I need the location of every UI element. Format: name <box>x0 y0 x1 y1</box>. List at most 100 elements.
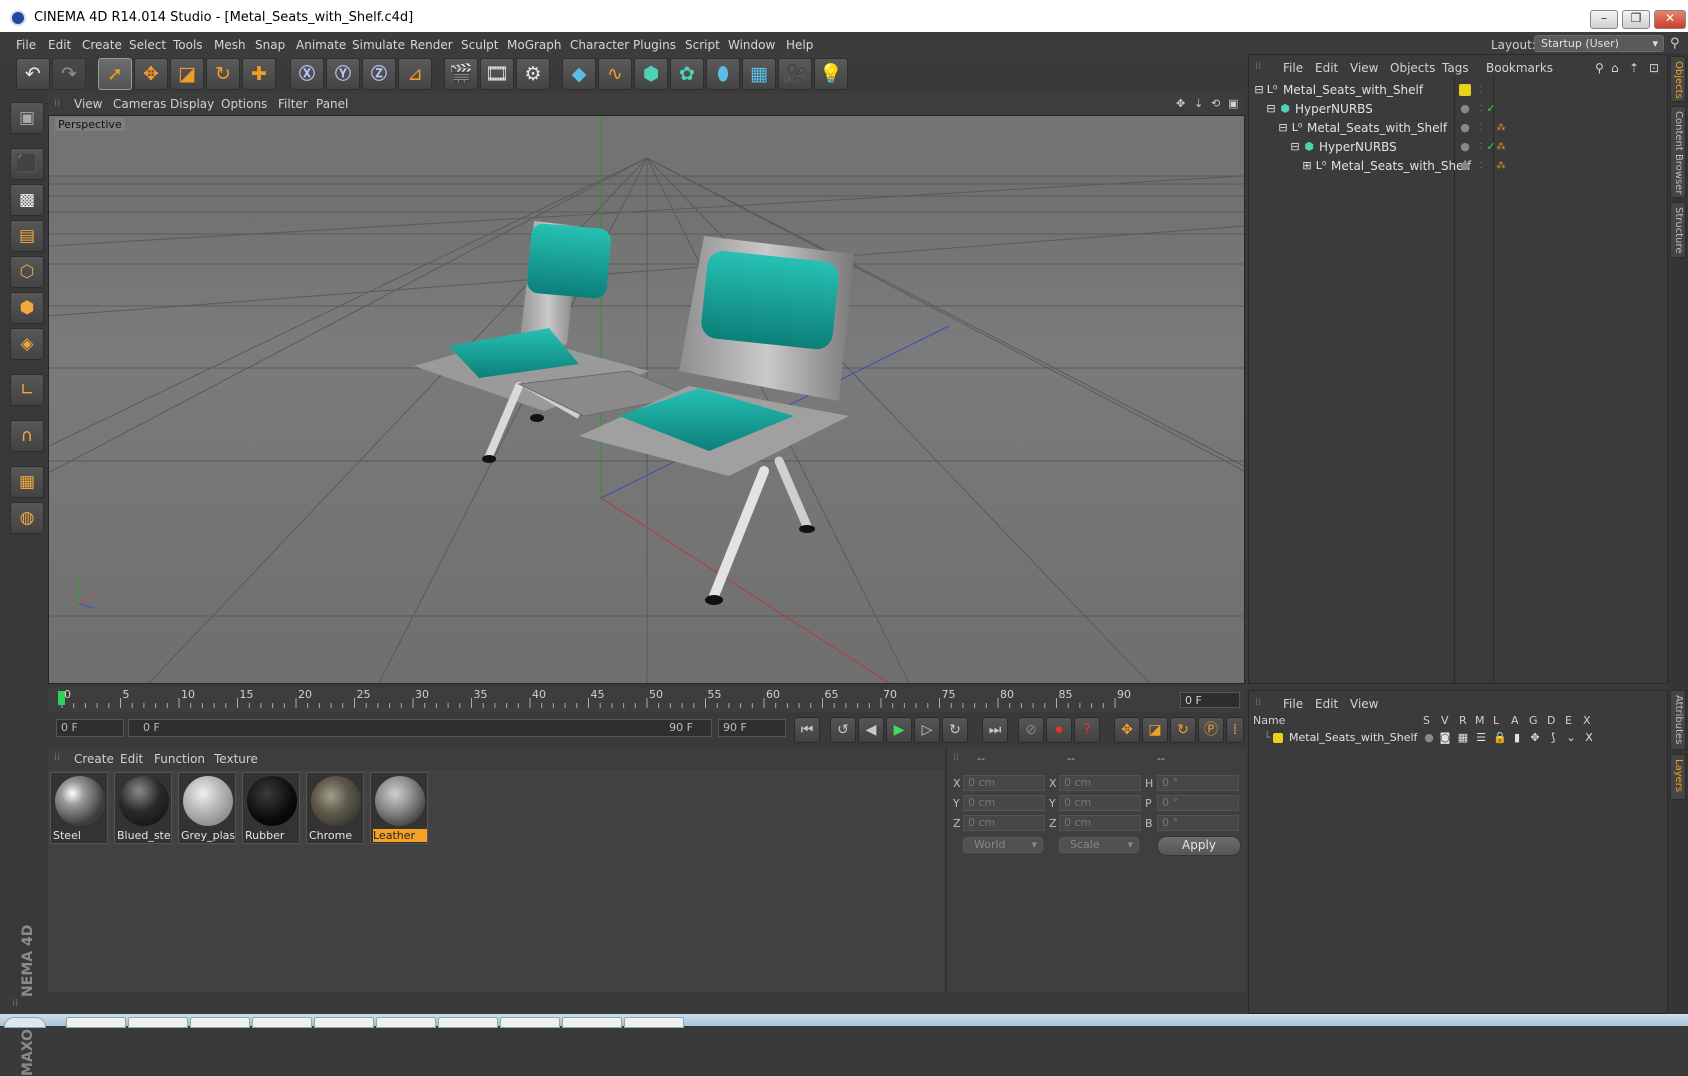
collapse-icon[interactable]: ⊟ <box>1265 103 1277 115</box>
key-pla-icon[interactable]: ⁞ <box>1226 717 1244 743</box>
record-keys-icon[interactable]: ⊘ <box>1018 717 1044 743</box>
menu-help[interactable]: Help <box>786 38 813 52</box>
column-header-generators[interactable]: G <box>1529 714 1538 727</box>
column-header-expressions[interactable]: E <box>1565 714 1572 727</box>
viewport-menu-display[interactable]: Display <box>170 97 214 111</box>
taskbar-button[interactable] <box>128 1017 188 1028</box>
material-swatch[interactable]: Steel <box>50 772 108 844</box>
material-menu-function[interactable]: Function <box>154 752 205 766</box>
size-mode-dropdown[interactable]: Scale ▾ <box>1059 837 1139 853</box>
visibility-dots-icon[interactable]: ⁚ <box>1475 84 1487 96</box>
render-view-icon[interactable]: 🎬 <box>444 58 478 90</box>
menu-render[interactable]: Render <box>410 38 453 52</box>
snap-magnet-icon[interactable]: ∩ <box>10 420 44 452</box>
viewport-menu-cameras[interactable]: Cameras <box>113 97 166 111</box>
array-icon[interactable]: ✿ <box>670 58 704 90</box>
object-row[interactable]: ⊟ L⁰ Metal_Seats_with_Shelf ● ⁚ ⁂ <box>1249 119 1667 138</box>
menu-script[interactable]: Script <box>685 38 720 52</box>
edges-mode-icon[interactable]: ⬢ <box>10 292 44 324</box>
next-frame-icon[interactable]: ▷ <box>914 717 940 743</box>
make-editable-icon[interactable]: ▣ <box>10 102 44 134</box>
size-x-field[interactable]: 0 cm <box>1059 775 1141 791</box>
menu-create[interactable]: Create <box>82 38 122 52</box>
apply-button[interactable]: Apply <box>1157 836 1241 856</box>
start-button[interactable] <box>4 1017 46 1028</box>
taskbar-button[interactable] <box>190 1017 250 1028</box>
rotate-view-icon[interactable]: ⟲ <box>1211 97 1220 110</box>
enabled-dot-icon[interactable]: ● <box>1459 141 1471 153</box>
deformer-icon[interactable]: ⬮ <box>706 58 740 90</box>
key-rotation-icon[interactable]: ↻ <box>1170 717 1196 743</box>
spline-icon[interactable]: ∿ <box>598 58 632 90</box>
points-mode-icon[interactable]: ⬡ <box>10 256 44 288</box>
autokey-icon[interactable]: ⏺ <box>1046 717 1072 743</box>
key-scale-icon[interactable]: ◪ <box>1142 717 1168 743</box>
material-tag-icon[interactable]: ⁂ <box>1495 160 1507 172</box>
start-frame-field[interactable]: 0 F <box>56 719 124 737</box>
render-picture-viewer-icon[interactable]: 🎞 <box>480 58 514 90</box>
size-z-field[interactable]: 0 cm <box>1059 815 1141 831</box>
menu-edit[interactable]: Edit <box>48 38 71 52</box>
object-row[interactable]: ⊟ ⬢ HyperNURBS ● ⁚ ✓ ⁂ <box>1249 138 1667 157</box>
material-tag-icon[interactable]: ⁂ <box>1495 122 1507 134</box>
tab-content-browser[interactable]: Content Browser <box>1670 106 1686 198</box>
coordinate-system-icon[interactable]: ⊿ <box>398 58 432 90</box>
maximize-view-icon[interactable]: ▣ <box>1228 97 1238 110</box>
position-x-field[interactable]: 0 cm <box>963 775 1045 791</box>
material-menu-edit[interactable]: Edit <box>120 752 143 766</box>
column-header-solo[interactable]: S <box>1423 714 1430 727</box>
column-header-locked[interactable]: L <box>1493 714 1499 727</box>
column-header-animation[interactable]: A <box>1511 714 1519 727</box>
pan-view-icon[interactable]: ✥ <box>1176 97 1185 110</box>
recent-tools-icon[interactable]: ✚ <box>242 58 276 90</box>
layers-menu-edit[interactable]: Edit <box>1315 697 1338 711</box>
perspective-viewport[interactable]: Perspective <box>48 115 1245 684</box>
menu-tools[interactable]: Tools <box>173 38 203 52</box>
locked-workplane-icon[interactable]: ▦ <box>10 466 44 498</box>
collapse-icon[interactable]: ⊟ <box>1277 122 1289 134</box>
viewport-menu-options[interactable]: Options <box>221 97 267 111</box>
next-key-icon[interactable]: ↻ <box>942 717 968 743</box>
visibility-dots-icon[interactable]: ⁚ <box>1475 122 1487 134</box>
rotate-tool-icon[interactable]: ↻ <box>206 58 240 90</box>
render-icon[interactable]: ▦ <box>1457 732 1469 744</box>
frame-range-slider[interactable]: 0 F 90 F <box>128 719 712 737</box>
layers-menu-file[interactable]: File <box>1283 697 1303 711</box>
material-swatch[interactable]: Blued_stee <box>114 772 172 844</box>
enabled-dot-icon[interactable]: ● <box>1459 122 1471 134</box>
column-header-manager[interactable]: M <box>1475 714 1485 727</box>
taskbar-button[interactable] <box>314 1017 374 1028</box>
menu-character[interactable]: Character <box>570 38 629 52</box>
material-swatch[interactable]: Grey_plasti <box>178 772 236 844</box>
close-button[interactable]: ✕ <box>1654 10 1686 29</box>
key-parameter-icon[interactable]: Ⓟ <box>1198 717 1224 743</box>
column-header-render[interactable]: R <box>1459 714 1467 727</box>
expand-icon[interactable]: ⊞ <box>1301 160 1313 172</box>
new-panel-icon[interactable]: ⊡ <box>1649 61 1659 75</box>
menu-animate[interactable]: Animate <box>296 38 346 52</box>
home-icon[interactable]: ⌂ <box>1611 61 1619 75</box>
menu-file[interactable]: File <box>16 38 36 52</box>
coordinate-mode-dropdown[interactable]: World ▾ <box>963 837 1043 853</box>
material-menu-create[interactable]: Create <box>74 752 114 766</box>
enabled-dot-icon[interactable]: ● <box>1459 103 1471 115</box>
animation-icon[interactable]: ▮ <box>1511 732 1523 744</box>
scale-tool-icon[interactable]: ◪ <box>170 58 204 90</box>
layout-dropdown[interactable]: Startup (User) ▾ <box>1534 35 1664 52</box>
manager-icon[interactable]: ☰ <box>1475 732 1487 744</box>
move-tool-icon[interactable]: ✥ <box>134 58 168 90</box>
dolly-view-icon[interactable]: ⇣ <box>1194 97 1203 110</box>
y-axis-lock-icon[interactable]: Ⓨ <box>326 58 360 90</box>
viewport-menu-panel[interactable]: Panel <box>316 97 348 111</box>
menu-mesh[interactable]: Mesh <box>214 38 246 52</box>
go-to-start-icon[interactable]: ⏮ <box>794 717 820 743</box>
taskbar-button[interactable] <box>624 1017 684 1028</box>
enabled-dot-icon[interactable]: ● <box>1459 160 1471 172</box>
visibility-dots-icon[interactable]: ⁚ <box>1475 160 1487 172</box>
menu-plugins[interactable]: Plugins <box>633 38 676 52</box>
taskbar-button[interactable] <box>438 1017 498 1028</box>
layer-color-icon[interactable] <box>1273 733 1283 743</box>
taskbar-button[interactable] <box>376 1017 436 1028</box>
objects-menu-view[interactable]: View <box>1350 61 1378 75</box>
tab-objects[interactable]: Objects <box>1670 56 1686 102</box>
